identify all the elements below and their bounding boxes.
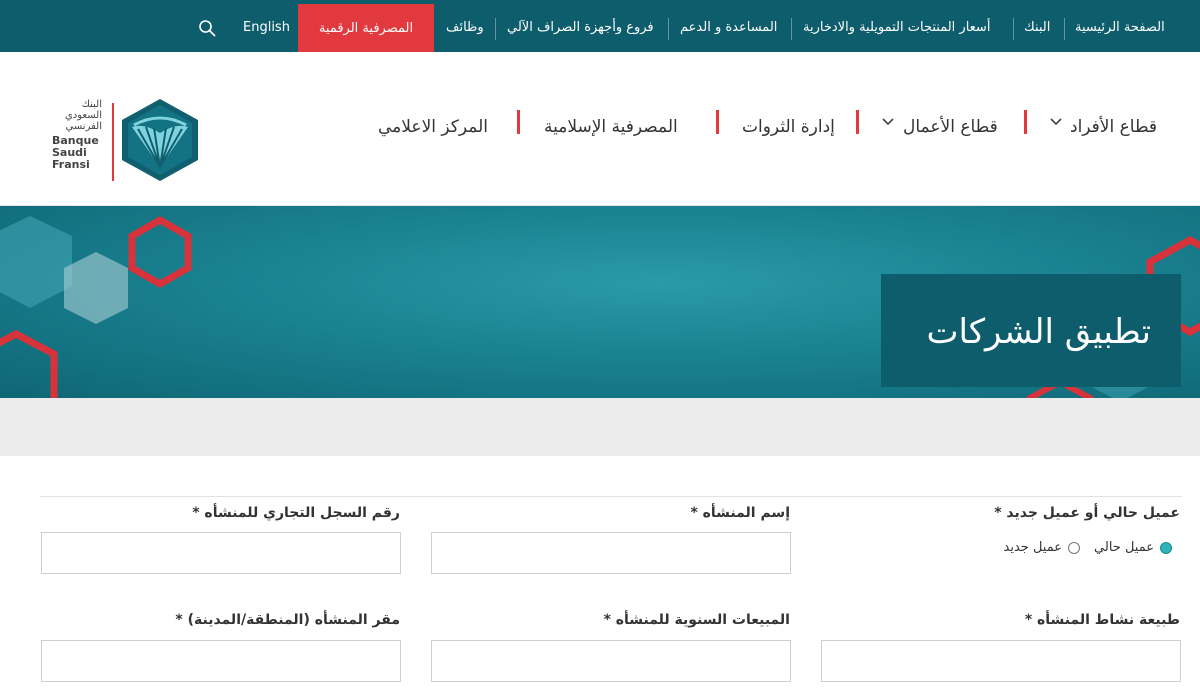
nav-islamic-banking[interactable]: المصرفية الإسلامية (544, 112, 678, 142)
top-divider (791, 18, 792, 40)
top-divider (1013, 18, 1014, 40)
radio-existing-customer[interactable] (1160, 542, 1172, 554)
radio-new-customer[interactable] (1068, 542, 1080, 554)
chevron-down-icon[interactable] (881, 114, 895, 132)
nav-individuals[interactable]: قطاع الأفراد (1070, 112, 1157, 142)
nav-divider (517, 110, 520, 134)
activity-label: طبيعة نشاط المنشأه * (1024, 612, 1180, 628)
establishment-name-input[interactable] (431, 532, 791, 574)
search-icon[interactable] (198, 19, 216, 37)
annual-sales-input[interactable] (431, 640, 791, 682)
nav-divider (856, 110, 859, 134)
annual-sales-label: المبيعات السنوية للمنشأه * (603, 612, 790, 628)
digital-banking-button[interactable]: المصرفية الرقمية (298, 4, 434, 52)
nav-media-center[interactable]: المركز الاعلامي (378, 112, 488, 142)
gray-separator-band (0, 398, 1200, 456)
nav-wealth[interactable]: إدارة الثروات (742, 112, 835, 142)
top-divider (495, 18, 496, 40)
nav-divider (1024, 110, 1027, 134)
nav-business[interactable]: قطاع الأعمال (903, 112, 998, 142)
activity-input[interactable] (821, 640, 1181, 682)
hero-banner: تطبيق الشركات (0, 206, 1200, 398)
top-link-rates[interactable]: أسعار المنتجات التمويلية والادخارية (803, 0, 990, 52)
top-link-home[interactable]: الصفحة الرئيسية (1075, 0, 1165, 52)
logo-french-text: Banque Saudi Fransi (52, 134, 99, 171)
top-link-branches[interactable]: فروع وأجهزة الصراف الآلي (507, 0, 654, 52)
establishment-name-label: إسم المنشأه * (690, 505, 790, 521)
customer-type-radio-group: عميل حالي عميل جديد (990, 539, 1172, 557)
radio-existing-label[interactable]: عميل حالي (1094, 540, 1154, 555)
main-header: البنك السعودي الفرنسي Banque Saudi Frans… (0, 52, 1200, 206)
chevron-down-icon[interactable] (1049, 114, 1063, 132)
hq-location-label: مقر المنشأه (المنطقة/المدينة) * (175, 612, 400, 628)
hq-location-input[interactable] (41, 640, 401, 682)
top-bar: الصفحة الرئيسية البنك أسعار المنتجات الت… (0, 0, 1200, 52)
language-switch[interactable]: English (243, 0, 290, 52)
radio-new-label[interactable]: عميل جديد (1004, 540, 1062, 555)
top-divider (1064, 18, 1065, 40)
page-title: تطبيق الشركات (926, 312, 1152, 352)
logo-emblem-icon (120, 97, 200, 183)
logo-divider (112, 103, 114, 181)
customer-type-label: عميل حالي أو عميل جديد * (994, 505, 1180, 521)
page-title-box: تطبيق الشركات (881, 274, 1181, 387)
top-link-help[interactable]: المساعدة و الدعم (680, 0, 777, 52)
nav-divider (716, 110, 719, 134)
top-divider (668, 18, 669, 40)
cr-number-label: رقم السجل التجاري للمنشأه * (192, 505, 400, 521)
top-link-careers[interactable]: وظائف (446, 0, 484, 52)
bank-logo[interactable]: البنك السعودي الفرنسي Banque Saudi Frans… (48, 97, 203, 187)
cr-number-input[interactable] (41, 532, 401, 574)
form-divider (40, 496, 1182, 497)
logo-arabic-text: البنك السعودي الفرنسي (64, 99, 102, 132)
top-link-bank[interactable]: البنك (1024, 0, 1050, 52)
